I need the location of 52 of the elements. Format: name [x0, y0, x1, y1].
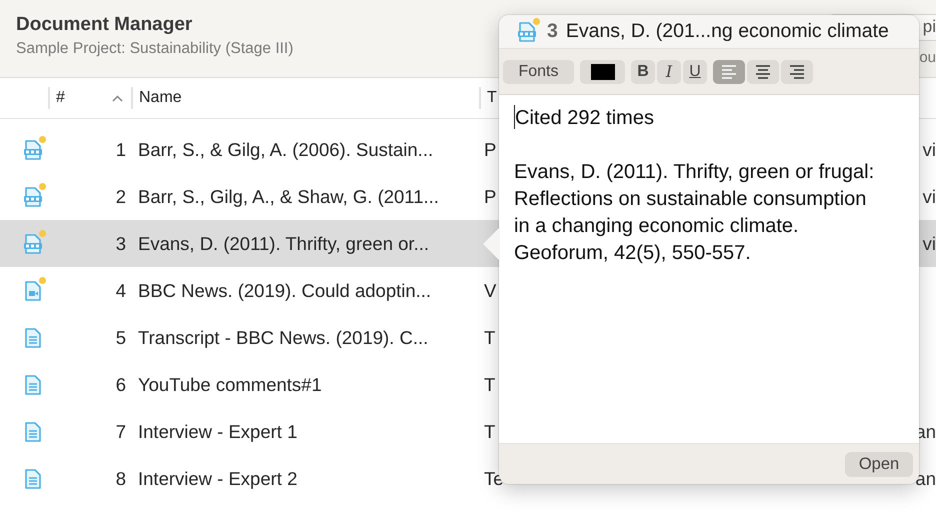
- document-name: Barr, S., & Gilg, A. (2006). Sustain...: [137, 138, 434, 160]
- fonts-button[interactable]: Fonts: [503, 60, 574, 84]
- row-number: 1: [114, 138, 126, 160]
- document-name: Transcript - BBC News. (2019). C...: [137, 326, 430, 348]
- citation-count: Cited 292 times: [515, 106, 654, 131]
- row-number: 5: [114, 326, 126, 348]
- pdf-file-icon: [517, 20, 539, 42]
- pdf-file-icon: [23, 138, 45, 160]
- align-right-button[interactable]: [781, 60, 813, 84]
- popover-title: Evans, D. (201...ng economic climate: [566, 20, 889, 43]
- toolbar-label: ou: [919, 49, 936, 66]
- document-name: BBC News. (2019). Could adoptin...: [137, 280, 432, 302]
- table-cell: vi: [922, 138, 936, 160]
- document-name: Evans, D. (2011). Thrifty, green or...: [137, 232, 430, 254]
- document-name: Interview - Expert 1: [137, 420, 298, 442]
- align-left-icon: [720, 64, 738, 80]
- document-type: T: [483, 326, 496, 348]
- align-center-icon: [754, 64, 772, 80]
- table-cell: vi: [922, 232, 936, 254]
- underline-button[interactable]: U: [683, 60, 707, 84]
- align-center-button[interactable]: [747, 60, 779, 84]
- window-subtitle: Sample Project: Sustainability (Stage III): [16, 40, 294, 58]
- row-number: 2: [114, 186, 126, 208]
- row-number: 7: [114, 420, 126, 442]
- row-number: 4: [114, 280, 126, 302]
- text-color-button[interactable]: [580, 60, 625, 84]
- row-number: 6: [114, 374, 126, 396]
- table-cell: vi: [922, 186, 936, 208]
- text-cursor: [514, 105, 515, 129]
- open-button[interactable]: Open: [845, 452, 913, 476]
- italic-button[interactable]: I: [657, 60, 681, 84]
- document-number: 3: [547, 20, 558, 43]
- table-cell: an: [915, 468, 936, 490]
- document-type: T: [483, 374, 496, 396]
- document-name: Barr, S., Gilg, A., & Shaw, G. (2011...: [137, 186, 440, 208]
- row-number: 8: [114, 468, 126, 490]
- document-name: Interview - Expert 2: [137, 468, 298, 490]
- document-type: V: [483, 280, 496, 302]
- document-type: P: [483, 186, 496, 208]
- sort-ascending-icon[interactable]: [112, 94, 123, 102]
- bold-button[interactable]: B: [631, 60, 655, 84]
- document-type: T: [483, 420, 496, 442]
- document-name: YouTube comments#1: [137, 374, 323, 396]
- align-right-icon: [788, 64, 806, 80]
- window-title: Document Manager: [16, 14, 194, 36]
- row-number: 3: [114, 232, 126, 254]
- column-header[interactable]: #: [56, 89, 65, 107]
- pdf-file-icon: [23, 186, 45, 208]
- column-header[interactable]: T: [487, 89, 497, 107]
- document-type: P: [483, 138, 496, 160]
- column-header[interactable]: Name: [139, 89, 182, 107]
- pdf-file-icon: [23, 232, 45, 254]
